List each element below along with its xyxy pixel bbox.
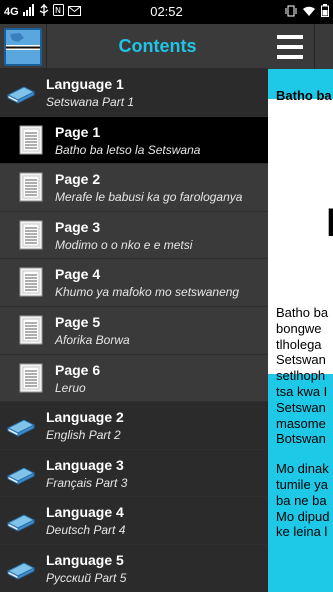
hamburger-menu-icon	[277, 34, 303, 39]
drawer-item-page[interactable]: Page 1 Batho ba letso la Setswana	[0, 116, 268, 165]
status-bar: 4G N 02:52	[0, 0, 333, 24]
document-page-icon	[19, 363, 43, 398]
drawer-item-subtitle: English Part 2	[46, 428, 121, 443]
drawer-item-subtitle: Français Part 3	[46, 475, 128, 490]
drawer-item-subtitle: Modimo o o nko e e metsi	[55, 237, 193, 252]
document-page-icon	[19, 315, 43, 350]
vibrate-icon	[285, 5, 297, 20]
book-icon	[6, 509, 36, 538]
drawer-item-subtitle: Merafe le babusi ka go farologanya	[55, 190, 243, 205]
clock: 02:52	[150, 4, 183, 19]
article-drop-letter: I	[326, 201, 333, 245]
book-icon	[6, 81, 36, 110]
drawer-item-subtitle: Leruo	[55, 380, 86, 395]
article-paragraph: Mo dinak tumile ya ba ne ba Mo dipud ke …	[276, 461, 330, 540]
drawer-item-page[interactable]: Page 5 Aforika Borwa	[0, 306, 268, 355]
drawer-item-language[interactable]: Language 1 Setswana Part 1	[0, 69, 268, 117]
action-bar	[268, 24, 333, 69]
drawer-item-page[interactable]: Page 3 Modimo o o nko e e metsi	[0, 211, 268, 260]
drawer-item-language[interactable]: Language 5 Русский Part 5	[0, 544, 268, 592]
drawer-item-title: Language 2	[46, 409, 124, 426]
drawer-item-subtitle: Aforika Borwa	[55, 332, 130, 347]
article-body: Batho ba bongwe tlholega Setswan setlhop…	[276, 305, 333, 554]
drawer-item-title: Language 1	[46, 76, 124, 92]
divider	[314, 24, 315, 69]
article-heading: Batho ba	[276, 88, 332, 103]
article-content: Batho ba I Batho ba bongwe tlholega Sets…	[268, 69, 333, 592]
drawer-item-title: Page 3	[55, 218, 101, 235]
drawer-item-title: Page 6	[55, 361, 101, 378]
drawer-item-subtitle: Русский Part 5	[46, 570, 127, 585]
article-paragraph: Batho ba bongwe tlholega Setswan setlhop…	[276, 305, 329, 447]
drawer-item-title: Page 2	[55, 171, 101, 188]
drawer-item-subtitle: Batho ba letso la Setswana	[55, 142, 201, 157]
drawer-item-title: Language 5	[46, 551, 124, 568]
drawer-title: Contents	[118, 36, 197, 56]
battery-icon	[321, 4, 329, 20]
drawer-item-title: Language 3	[46, 456, 124, 473]
drawer-item-page[interactable]: Page 2 Merafe le babusi ka go farologanya	[0, 164, 268, 212]
drawer-item-title: Page 1	[55, 123, 101, 140]
document-page-icon	[19, 267, 43, 302]
drawer-item-subtitle: Khumo ya mafoko mo setswaneng	[55, 285, 240, 300]
drawer-item-language[interactable]: Language 2 English Part 2	[0, 402, 268, 450]
drawer-item-title: Page 4	[55, 266, 101, 283]
drawer-item-page[interactable]: Page 6 Leruo	[0, 354, 268, 403]
drawer-item-subtitle: Setswana Part 1	[46, 95, 135, 109]
book-icon	[6, 414, 36, 443]
book-icon	[6, 462, 36, 491]
drawer-item-title: Page 5	[55, 313, 101, 330]
app-logo-icon[interactable]	[4, 28, 42, 66]
drawer-item-title: Language 4	[46, 504, 124, 521]
document-page-icon	[19, 125, 43, 160]
document-page-icon	[19, 220, 43, 255]
book-icon	[6, 557, 36, 586]
contents-list: Language 1 Setswana Part 1 Page 1 Batho ba …	[0, 69, 268, 592]
document-page-icon	[19, 172, 43, 207]
drawer-header: Contents	[0, 24, 268, 69]
drawer-item-page[interactable]: Page 4 Khumo ya mafoko mo setswaneng	[0, 259, 268, 307]
drawer-item-language[interactable]: Language 3 Français Part 3	[0, 449, 268, 498]
wifi-icon	[302, 5, 316, 20]
drawer-item-language[interactable]: Language 4 Deutsch Part 4	[0, 497, 268, 545]
drawer-item-subtitle: Deutsch Part 4	[46, 523, 126, 538]
navigation-drawer: Contents Language 1 Setswana Part 1 Page 1…	[0, 24, 268, 592]
menu-button[interactable]	[268, 24, 312, 69]
